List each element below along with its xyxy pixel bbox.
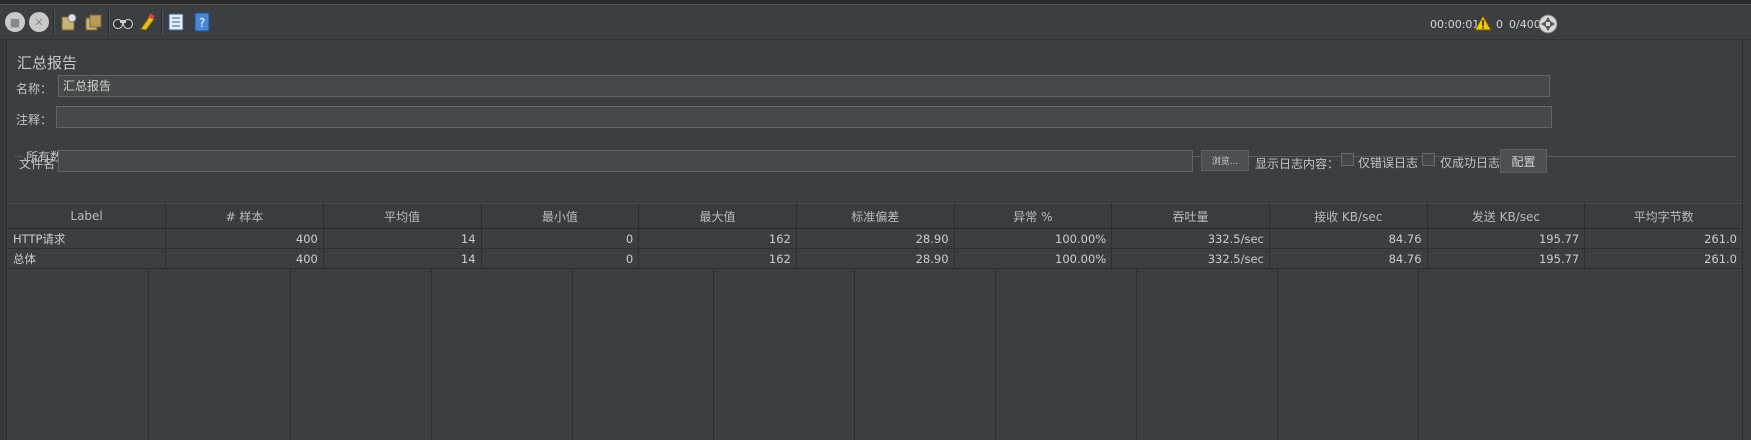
log-content-label: 显示日志内容： [1255,157,1340,171]
remote-icon[interactable] [1538,14,1558,34]
table-cell: 162 [638,228,797,249]
filename-field[interactable] [58,150,1193,172]
search-icon [113,19,133,29]
table-cell: 100.00% [954,228,1113,249]
function-helper-button[interactable] [164,10,188,34]
help-icon: ? [194,12,210,32]
table-header-row: Label # 样本 平均值 最小值 最大值 标准偏差 异常 % 吞吐量 接收 … [8,203,1743,229]
table-empty-area [8,268,1743,440]
help-button[interactable]: ? [190,10,214,34]
table-cell: 332.5/sec [1111,248,1270,269]
column-divider [572,268,573,440]
column-header[interactable]: 接收 KB/sec [1269,203,1428,229]
active-threads: 0/400 [1509,18,1541,31]
reset-search-button[interactable] [136,10,160,34]
toolbar: ■ ✕ ? 00:00:01 0 0/400 [0,5,1751,40]
column-divider [854,268,855,440]
column-divider [1136,268,1137,440]
shutdown-icon: ✕ [29,12,49,32]
comment-field[interactable] [56,106,1552,128]
table-cell: 261.0 [1584,248,1743,269]
column-header[interactable]: 最小值 [481,203,640,229]
column-header[interactable]: Label [8,203,167,229]
success-only-checkbox[interactable] [1422,153,1435,166]
name-field[interactable]: 汇总报告 [58,75,1550,97]
errors-only-label: 仅错误日志 [1358,156,1419,170]
shutdown-button[interactable]: ✕ [27,10,51,34]
clear-all-button[interactable] [82,10,106,34]
table-cell: 400 [165,228,324,249]
error-count: 0 [1496,18,1503,31]
left-gutter [0,40,7,440]
toolbar-separator [53,11,55,35]
elapsed-timer: 00:00:01 [1430,18,1480,31]
table-cell: 195.77 [1427,248,1586,269]
table-row[interactable]: HTTP请求 400 14 0 162 28.90 100.00% 332.5/… [8,228,1743,249]
summary-table: Label # 样本 平均值 最小值 最大值 标准偏差 异常 % 吞吐量 接收 … [8,203,1743,269]
table-cell: 261.0 [1584,228,1743,249]
table-cell: 84.76 [1269,248,1428,269]
name-label: 名称： [16,82,53,96]
reset-search-icon [140,13,155,31]
column-divider [148,268,149,440]
table-cell: 84.76 [1269,228,1428,249]
table-cell: 0 [481,228,640,249]
table-cell: 400 [165,248,324,269]
column-divider [1418,268,1419,440]
table-cell: HTTP请求 [8,228,167,249]
search-button[interactable] [111,10,135,34]
table-cell: 14 [323,228,482,249]
vertical-scrollbar[interactable] [1742,40,1751,440]
browse-button[interactable]: 浏览... [1201,150,1249,171]
toolbar-separator [108,11,110,35]
table-row[interactable]: 总体 400 14 0 162 28.90 100.00% 332.5/sec … [8,248,1743,269]
errors-only-checkbox[interactable] [1341,153,1354,166]
table-cell: 332.5/sec [1111,228,1270,249]
table-cell: 0 [481,248,640,269]
panel-title: 汇总报告 [17,54,78,72]
clear-button[interactable] [57,10,81,34]
success-only-label: 仅成功日志 [1440,156,1501,170]
table-cell: 28.90 [796,228,955,249]
column-divider [431,268,432,440]
table-cell: 195.77 [1427,228,1586,249]
stop-button[interactable]: ■ [3,10,27,34]
stop-icon: ■ [5,12,25,32]
column-header[interactable]: 异常 % [954,203,1113,229]
column-header[interactable]: # 样本 [165,203,324,229]
column-divider [713,268,714,440]
warning-icon[interactable] [1474,15,1492,31]
table-cell: 总体 [8,248,167,269]
clear-all-icon [85,14,102,31]
function-helper-icon [168,13,184,31]
column-header[interactable]: 平均值 [323,203,482,229]
table-cell: 162 [638,248,797,269]
column-header[interactable]: 吞吐量 [1111,203,1270,229]
table-cell: 28.90 [796,248,955,269]
column-divider [1277,268,1278,440]
table-cell: 14 [323,248,482,269]
column-header[interactable]: 平均字节数 [1584,203,1743,229]
column-header[interactable]: 发送 KB/sec [1427,203,1586,229]
column-divider [290,268,291,440]
configure-button[interactable]: 配置 [1500,149,1547,173]
comment-label: 注释： [16,113,53,127]
toolbar-separator [161,11,163,35]
table-cell: 100.00% [954,248,1113,269]
filename-label: 文件名 [19,157,56,171]
column-header[interactable]: 标准偏差 [796,203,955,229]
column-divider [995,268,996,440]
column-header[interactable]: 最大值 [638,203,797,229]
clear-icon [61,13,77,31]
svg-text:?: ? [199,16,205,30]
